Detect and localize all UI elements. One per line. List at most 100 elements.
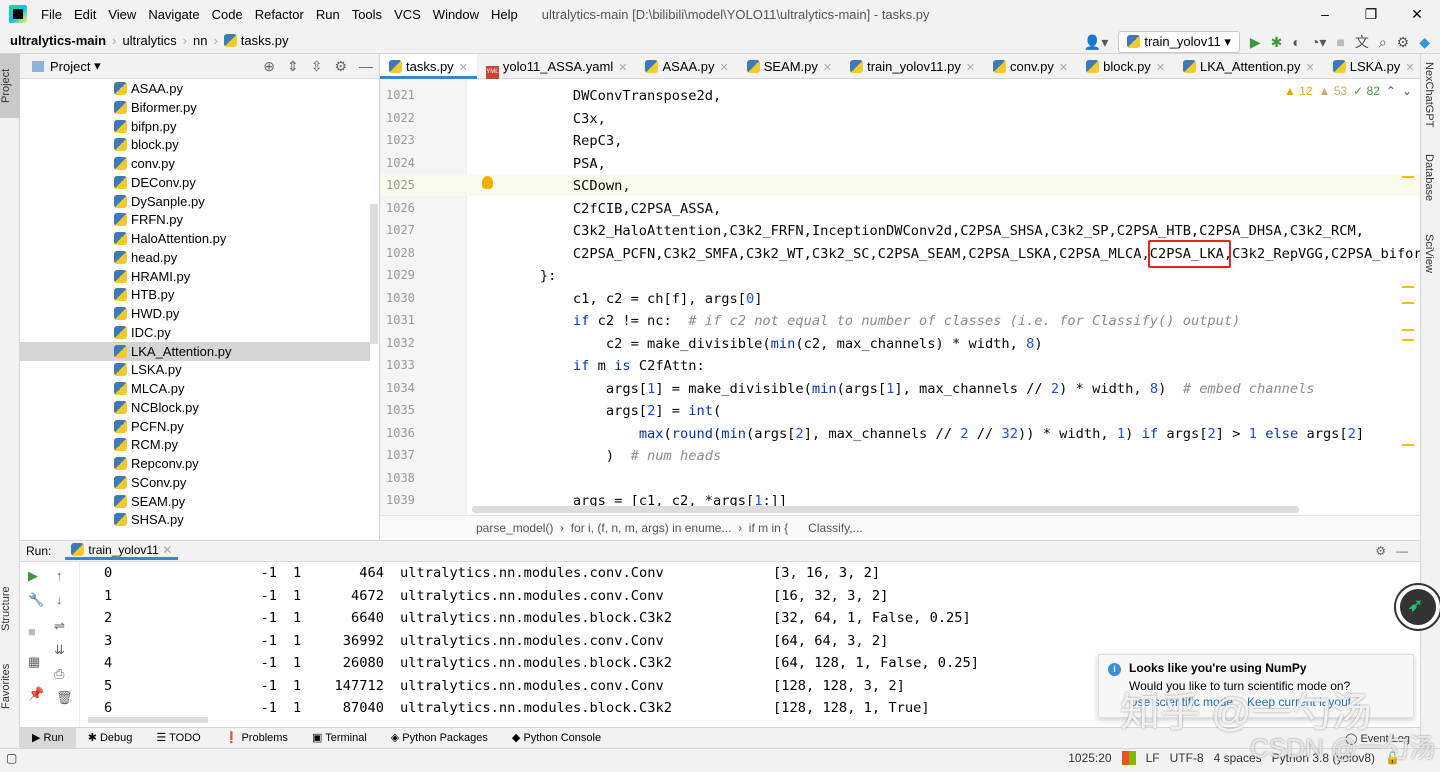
close-window-button[interactable]: ✕ <box>1394 0 1440 28</box>
debug-icon[interactable]: ✱ <box>1271 34 1283 51</box>
run-config-select[interactable]: train_yolov11 ▾ <box>1118 31 1240 53</box>
file-tree-item[interactable]: RCM.py <box>20 435 370 454</box>
code-line[interactable]: DWConvTranspose2d, <box>474 85 721 107</box>
file-tree-item[interactable]: FRFN.py <box>20 210 370 229</box>
menu-navigate[interactable]: Navigate <box>142 7 205 22</box>
use-scientific-mode-link[interactable]: Use scientific mode <box>1129 695 1233 709</box>
search-icon[interactable]: ⌕ <box>1379 34 1387 51</box>
expand-all-icon[interactable]: ⇕ <box>287 58 299 75</box>
hide-icon[interactable]: — <box>359 58 373 75</box>
toggle-panels-icon[interactable]: ▢ <box>6 751 17 765</box>
file-tree-item[interactable]: DySanple.py <box>20 192 370 211</box>
caret-position[interactable]: 1025:20 <box>1068 751 1111 765</box>
code-line[interactable]: if c2 != nc: # if c2 not equal to number… <box>474 310 1240 332</box>
bottom-tab-python-console[interactable]: ◆ Python Console <box>500 728 613 749</box>
menu-edit[interactable]: Edit <box>68 7 102 22</box>
file-tree-item[interactable]: HaloAttention.py <box>20 229 370 248</box>
profile-icon[interactable]: ◔▾ <box>1311 34 1326 51</box>
menu-code[interactable]: Code <box>206 7 249 22</box>
gear-icon[interactable]: ⚙ <box>1397 34 1410 51</box>
run-tab[interactable]: train_yolov11 ✕ <box>65 543 178 560</box>
file-tree-item[interactable]: HTB.py <box>20 285 370 304</box>
bottom-tab-terminal[interactable]: ▣ Terminal <box>300 728 379 749</box>
file-tree-item[interactable]: LKA_Attention.py <box>20 342 370 361</box>
editor-tab[interactable]: ASAA.py✕ <box>636 54 737 78</box>
file-tree-item[interactable]: Repconv.py <box>20 454 370 473</box>
close-tab-icon[interactable]: ✕ <box>823 62 832 74</box>
file-tree-item[interactable]: Biformer.py <box>20 98 370 117</box>
code-line[interactable]: C3k2_HaloAttention,C3k2_FRFN,InceptionDW… <box>474 220 1364 242</box>
menu-file[interactable]: File <box>35 7 68 22</box>
bottom-tab-python-packages[interactable]: ◈ Python Packages <box>379 728 500 749</box>
bottom-tab-run[interactable]: ▶ Run <box>20 728 76 749</box>
file-tree-item[interactable]: head.py <box>20 248 370 267</box>
editor-tab[interactable]: conv.py✕ <box>984 54 1077 78</box>
file-tree-item[interactable]: DEConv.py <box>20 173 370 192</box>
code-line[interactable]: c1, c2 = ch[f], args[0] <box>474 288 762 310</box>
file-encoding[interactable]: UTF-8 <box>1170 751 1204 765</box>
gear-icon[interactable]: ⚙ <box>334 58 347 75</box>
close-tab-icon[interactable]: ✕ <box>1059 62 1068 74</box>
editor-tab[interactable]: LKA_Attention.py✕ <box>1174 54 1324 78</box>
menu-tools[interactable]: Tools <box>346 7 388 22</box>
file-tree-item[interactable]: block.py <box>20 135 370 154</box>
file-tree-item[interactable]: HWD.py <box>20 304 370 323</box>
keep-layout-link[interactable]: Keep current layout... <box>1247 695 1361 709</box>
breadcrumb-ultralytics[interactable]: ultralytics <box>122 33 176 48</box>
breadcrumb-project[interactable]: ultralytics-main <box>10 33 106 48</box>
file-tree-item[interactable]: bifpn.py <box>20 117 370 136</box>
floating-assistant-button[interactable]: ➶ <box>1396 585 1440 629</box>
file-tree-item[interactable]: LSKA.py <box>20 360 370 379</box>
editor-tab[interactable]: LSKA.py✕ <box>1324 54 1424 78</box>
locate-icon[interactable]: ⊕ <box>263 58 275 75</box>
crumb-function[interactable]: parse_model() <box>476 521 553 535</box>
code-line[interactable]: c2 = make_divisible(min(c2, max_channels… <box>474 333 1043 355</box>
editor-tab[interactable]: block.py✕ <box>1077 54 1174 78</box>
code-line[interactable]: C2PSA_PCFN,C3k2_SMFA,C3k2_WT,C3k2_SC,C2P… <box>474 243 1422 265</box>
inspection-widget[interactable]: ▲ 12 ▲ 53 ✓ 82 ⌃⌄ <box>1284 84 1412 98</box>
code-line[interactable]: args[2] = int( <box>474 400 721 422</box>
editor-tab[interactable]: SEAM.py✕ <box>738 54 841 78</box>
lock-icon[interactable]: 🔓 <box>1385 751 1400 765</box>
file-tree-item[interactable]: ASAA.py <box>20 79 370 98</box>
menu-refactor[interactable]: Refactor <box>249 7 310 22</box>
project-title[interactable]: Project <box>50 59 90 74</box>
menu-window[interactable]: Window <box>427 7 485 22</box>
bottom-tab-problems[interactable]: ❗ Problems <box>213 728 300 749</box>
line-separator[interactable]: LF <box>1146 751 1160 765</box>
code-line[interactable]: if m is C2fAttn: <box>474 355 705 377</box>
menu-vcs[interactable]: VCS <box>388 7 427 22</box>
menu-view[interactable]: View <box>102 7 142 22</box>
stop-icon[interactable]: ■ <box>1336 34 1344 50</box>
user-icon[interactable]: 👤▾ <box>1084 34 1108 51</box>
translate-icon[interactable]: 文 <box>1355 32 1369 52</box>
output-scrollbar[interactable] <box>88 717 208 723</box>
plugin-icon[interactable]: ◆ <box>1419 34 1430 51</box>
coverage-icon[interactable]: ◐ <box>1292 34 1300 50</box>
file-tree-item[interactable]: HRAMI.py <box>20 267 370 286</box>
close-tab-icon[interactable]: ✕ <box>618 62 627 74</box>
editor-tab[interactable]: YMLyolo11_ASSA.yaml✕ <box>477 54 637 78</box>
bottom-tab-todo[interactable]: ☰ TODO <box>144 728 212 749</box>
file-tree-item[interactable]: MLCA.py <box>20 379 370 398</box>
restore-button[interactable]: ❐ <box>1348 0 1394 28</box>
code-line[interactable]: SCDown, <box>474 175 631 197</box>
bottom-tab-debug[interactable]: ✱ Debug <box>76 728 145 749</box>
breadcrumb-nn[interactable]: nn <box>193 33 207 48</box>
crumb-for[interactable]: for i, (f, n, m, args) in enume... <box>571 521 732 535</box>
horizontal-scrollbar[interactable] <box>472 506 1299 513</box>
close-tab-icon[interactable]: ✕ <box>719 62 728 74</box>
favorites-tool-tab[interactable]: Favorites <box>0 654 20 718</box>
python-interpreter[interactable]: Python 3.8 (yolov8) <box>1272 751 1375 765</box>
indent-setting[interactable]: 4 spaces <box>1214 751 1262 765</box>
file-tree-item[interactable]: PCFN.py <box>20 417 370 436</box>
collapse-all-icon[interactable]: ⇳ <box>311 58 323 75</box>
run-icon[interactable]: ▶ <box>1250 34 1261 51</box>
code-line[interactable]: PSA, <box>474 153 606 175</box>
close-tab-icon[interactable]: ✕ <box>1306 62 1315 74</box>
code-line[interactable]: ) # num heads <box>474 445 721 467</box>
database-tab[interactable]: Database <box>1423 154 1435 201</box>
breadcrumb-file[interactable]: tasks.py <box>241 33 289 48</box>
project-tool-tab[interactable]: Project <box>0 54 20 118</box>
crumb-classify[interactable]: Classify,... <box>808 521 862 535</box>
